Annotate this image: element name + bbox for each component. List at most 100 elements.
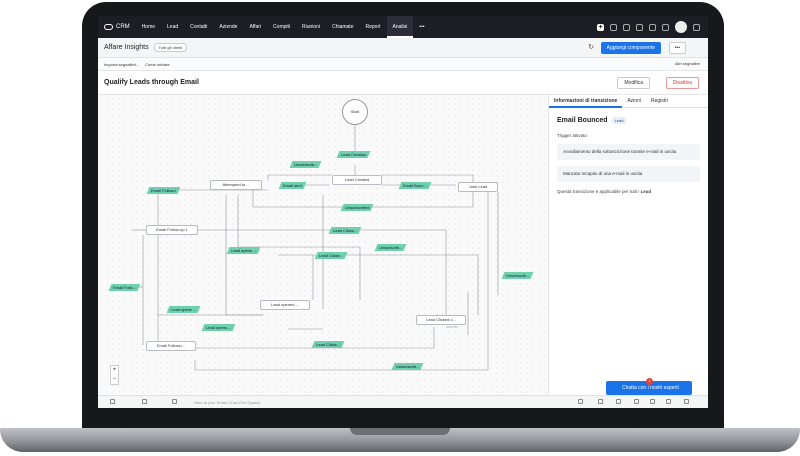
calendar-icon[interactable] xyxy=(636,23,643,31)
nav-aziende[interactable]: Aziende xyxy=(213,16,243,38)
transition-unsubscribe-3[interactable]: Unsubscrib... xyxy=(501,272,534,279)
crm-logo[interactable]: CRM xyxy=(104,24,130,30)
nav-more[interactable]: ••• xyxy=(413,16,430,38)
footer-tool-icon[interactable] xyxy=(598,399,603,404)
grid-icon[interactable] xyxy=(693,23,700,31)
transition-lead-clicked-3[interactable]: Lead Clicke... xyxy=(311,341,345,348)
blueprint-canvas[interactable]: Start Lead Created Junk Lead Attempted t… xyxy=(98,95,548,395)
blueprint-title: Qualify Leads through Email xyxy=(104,79,199,86)
refresh-icon[interactable]: ↻ xyxy=(588,43,594,51)
state-lead-opened[interactable]: Lead opened ... xyxy=(260,300,310,310)
edit-button[interactable]: Modifica xyxy=(617,77,650,89)
chats-icon[interactable] xyxy=(110,399,115,404)
note-module: Lead xyxy=(640,189,652,194)
footer-tool-icon[interactable] xyxy=(634,399,639,404)
nav-chiamate[interactable]: Chiamate xyxy=(326,16,359,38)
state-lead-created[interactable]: Lead Created xyxy=(332,175,382,185)
add-component-button[interactable]: Aggiungi componente xyxy=(600,42,661,54)
trigger-label: Trigger attivato xyxy=(557,133,587,138)
tab-logs[interactable]: Registri xyxy=(646,95,673,108)
dashboard-title: Affare Insights xyxy=(104,44,149,51)
tab-actions[interactable]: Azioni xyxy=(622,95,646,108)
nav-compiti[interactable]: Compiti xyxy=(267,16,296,38)
top-nav-bar: CRM Home Lead Contatti Aziende Affari Co… xyxy=(98,16,708,38)
transition-unsubscribe-2[interactable]: Unsubscrib... xyxy=(374,244,407,251)
nav-report[interactable]: Report xyxy=(359,16,386,38)
start-node[interactable]: Start xyxy=(342,99,368,125)
transition-unsubscribe-4[interactable]: Unsubscrib... xyxy=(391,363,424,370)
transition-label: Lead opens ... xyxy=(171,307,197,312)
transition-email-followl[interactable]: Email Follow-l xyxy=(146,187,181,194)
getting-started-link[interactable]: Come iniziare xyxy=(145,62,169,67)
blueprint-header: Qualify Leads through Email Modifica Dis… xyxy=(98,71,708,95)
state-lead-clicked[interactable]: Lead Clicked o... xyxy=(416,315,466,325)
transition-title: Email Bounced Lead xyxy=(557,116,708,124)
transition-unsubscribed[interactable]: Unsubscribed xyxy=(340,204,374,211)
transition-email-followup[interactable]: Email Follo... xyxy=(108,284,141,291)
transition-email-bounced[interactable]: Email Boun... xyxy=(398,182,432,189)
nav-analisi[interactable]: Analisi xyxy=(386,16,414,38)
transition-label: Lead Clicke... xyxy=(319,253,344,258)
crm-logo-icon xyxy=(104,24,113,30)
nav-lead[interactable]: Lead xyxy=(161,16,184,38)
avatar[interactable] xyxy=(675,21,687,33)
state-attempted[interactable]: Attempted to ... xyxy=(210,180,262,190)
user-filter[interactable]: Tutti gli utenti xyxy=(153,43,188,52)
nav-riunioni[interactable]: Riunioni xyxy=(296,16,326,38)
smart-chat-input[interactable]: Here is your Smart Chat (Ctrl+Space) xyxy=(194,400,261,405)
footer-tool-icon[interactable] xyxy=(666,399,671,404)
app-name: CRM xyxy=(116,24,130,30)
other-bookmarks-link[interactable]: Altri segnalibri xyxy=(675,61,700,66)
bookmarks-bar: Importa segnalibri... Come iniziare Altr… xyxy=(98,58,708,71)
nav-affari[interactable]: Affari xyxy=(243,16,267,38)
more-button[interactable]: ••• xyxy=(668,42,686,54)
footer-tool-icon[interactable] xyxy=(684,399,689,404)
transition-label: Unsubscribed xyxy=(345,205,370,210)
search-icon[interactable] xyxy=(610,23,617,31)
state-email-followup-1[interactable]: Email Follow-up 1 xyxy=(146,225,198,235)
state-email-followup-2[interactable]: Email Followu... xyxy=(146,341,196,351)
transition-lead-opens-1[interactable]: Lead opens ... xyxy=(226,247,261,254)
transition-unsubscribe-1[interactable]: Unsubscrib... xyxy=(289,161,322,168)
dashboard-header: Affare Insights Tutti gli utenti ↻ Aggiu… xyxy=(98,38,708,58)
transition-label: Email sent xyxy=(283,183,302,188)
contacts-icon[interactable] xyxy=(172,399,177,404)
disable-button[interactable]: Disattiva xyxy=(665,77,699,89)
screen: CRM Home Lead Contatti Aziende Affari Co… xyxy=(98,16,708,408)
transition-label: Lead opens ... xyxy=(206,325,232,330)
gear-icon[interactable] xyxy=(662,23,669,31)
transition-label: Lead Creation xyxy=(341,152,367,157)
topbar-icons: + xyxy=(597,21,700,33)
plus-icon[interactable]: + xyxy=(597,23,604,31)
transition-label: Lead Clicks... xyxy=(333,228,358,233)
nav-contatti[interactable]: Contatti xyxy=(184,16,213,38)
nav-home[interactable]: Home xyxy=(136,16,161,38)
tab-transition-info[interactable]: Informazioni di transizione xyxy=(549,95,623,108)
apps-icon[interactable] xyxy=(649,23,656,31)
footer-tool-icon[interactable] xyxy=(616,399,621,404)
note-text: Questa transizione è applicabile per tut… xyxy=(557,189,640,194)
trigger-card: Annullamento della sottoscrizione tramit… xyxy=(557,144,700,160)
footer-tool-icon[interactable] xyxy=(578,399,583,404)
footer-tool-icon[interactable] xyxy=(650,399,655,404)
transition-lead-creation[interactable]: Lead Creation xyxy=(336,151,371,158)
transition-email-sent[interactable]: Email sent xyxy=(278,182,307,189)
transition-lead-clicks-1[interactable]: Lead Clicks... xyxy=(328,227,362,234)
transition-label: Email Follow-l xyxy=(151,188,176,193)
laptop-notch xyxy=(350,428,450,435)
zoom-controls: + − xyxy=(110,365,119,385)
footer-bar: Here is your Smart Chat (Ctrl+Space) xyxy=(98,395,708,408)
import-bookmarks-link[interactable]: Importa segnalibri... xyxy=(104,62,139,67)
transition-label: Unsubscrib... xyxy=(379,245,403,250)
chat-experts-button[interactable]: Chatta con i nostri esperti 1 xyxy=(606,378,692,395)
zoom-out-icon[interactable]: − xyxy=(111,375,118,384)
transition-lead-opens-3[interactable]: Lead opens ... xyxy=(201,324,236,331)
channels-icon[interactable] xyxy=(142,399,147,404)
panel-tabs: Informazioni di transizione Azioni Regis… xyxy=(549,95,708,108)
transition-lead-clicked-2[interactable]: Lead Clicke... xyxy=(314,252,348,259)
notification-icon[interactable] xyxy=(623,23,630,31)
state-junk-lead[interactable]: Junk Lead xyxy=(458,182,498,192)
zoom-in-icon[interactable]: + xyxy=(111,366,118,375)
transition-lead-opens-2[interactable]: Lead opens ... xyxy=(166,306,201,313)
chat-label: Chatta con i nostri esperti xyxy=(622,385,679,391)
